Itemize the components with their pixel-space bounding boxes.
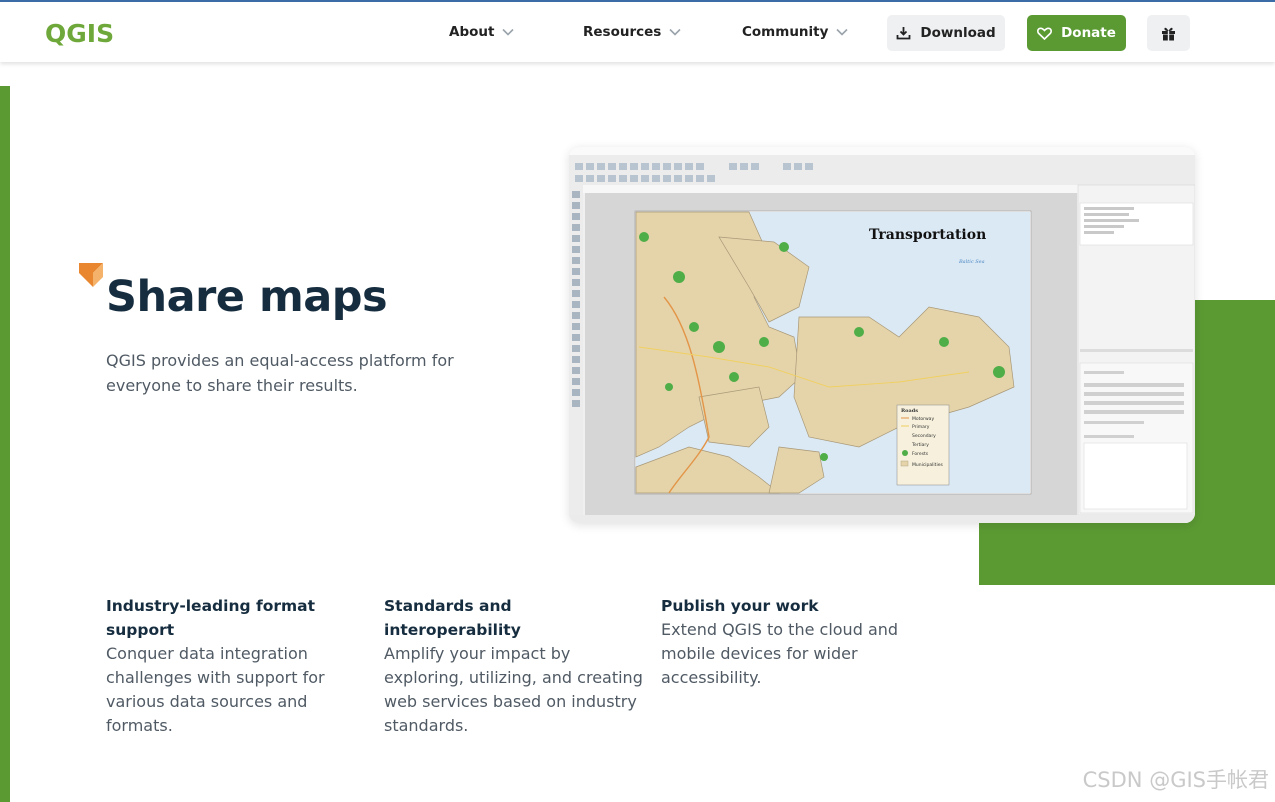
chevron-down-icon bbox=[669, 28, 681, 36]
screenshot-image: Transportation Baltic Sea Roads Motorway… bbox=[569, 147, 1195, 523]
feature-publish: Publish your work Extend QGIS to the clo… bbox=[661, 594, 921, 690]
accent-corner-icon bbox=[79, 263, 103, 287]
hero-subtitle: QGIS provides an equal-access platform f… bbox=[106, 351, 454, 395]
sea-label: Baltic Sea bbox=[958, 259, 985, 265]
nav-resources-label: Resources bbox=[583, 24, 662, 40]
nav-community[interactable]: Community bbox=[742, 24, 848, 40]
feature-description: Extend QGIS to the cloud and mobile devi… bbox=[661, 620, 899, 687]
download-button[interactable]: Download bbox=[887, 15, 1005, 51]
map-title: Transportation bbox=[869, 227, 986, 243]
legend-item: Forests bbox=[912, 451, 929, 457]
nav-community-label: Community bbox=[742, 24, 829, 40]
download-label: Download bbox=[920, 25, 996, 41]
legend-item: Motorway bbox=[912, 416, 934, 422]
nav-about[interactable]: About bbox=[449, 24, 515, 40]
legend-item: Primary bbox=[912, 424, 930, 430]
download-icon bbox=[896, 27, 911, 40]
nav-resources[interactable]: Resources bbox=[583, 24, 681, 40]
feature-title: Industry-leading format support bbox=[106, 597, 316, 639]
chevron-down-icon bbox=[836, 28, 848, 36]
feature-standards: Standards and interoperability Amplify y… bbox=[384, 594, 644, 738]
donate-button[interactable]: Donate bbox=[1027, 15, 1126, 51]
chevron-down-icon bbox=[502, 28, 515, 36]
legend-item: Secondary bbox=[912, 433, 936, 439]
heart-icon bbox=[1037, 26, 1053, 40]
hero-title: Share maps bbox=[106, 272, 388, 322]
left-accent-bar bbox=[0, 86, 10, 802]
feature-format-support: Industry-leading format support Conquer … bbox=[106, 594, 366, 738]
feature-description: Amplify your impact by exploring, utiliz… bbox=[384, 644, 643, 735]
watermark: CSDN @GIS手帐君 bbox=[1082, 768, 1269, 792]
gift-icon bbox=[1162, 27, 1175, 41]
qgis-logo[interactable]: QGIS bbox=[45, 18, 115, 48]
gift-button[interactable] bbox=[1147, 15, 1190, 51]
feature-title: Publish your work bbox=[661, 597, 819, 615]
legend-item: Municipalities bbox=[912, 462, 943, 468]
site-header: QGIS About Resources Community Download … bbox=[0, 2, 1275, 62]
legend-item: Tertiary bbox=[911, 442, 929, 448]
nav-about-label: About bbox=[449, 24, 495, 40]
feature-title: Standards and interoperability bbox=[384, 597, 521, 639]
qgis-app-screenshot: Transportation Baltic Sea Roads Motorway… bbox=[569, 147, 1195, 523]
feature-description: Conquer data integration challenges with… bbox=[106, 644, 325, 735]
donate-label: Donate bbox=[1061, 25, 1116, 41]
legend-title: Roads bbox=[901, 408, 918, 414]
logo-text: QGIS bbox=[45, 18, 115, 48]
